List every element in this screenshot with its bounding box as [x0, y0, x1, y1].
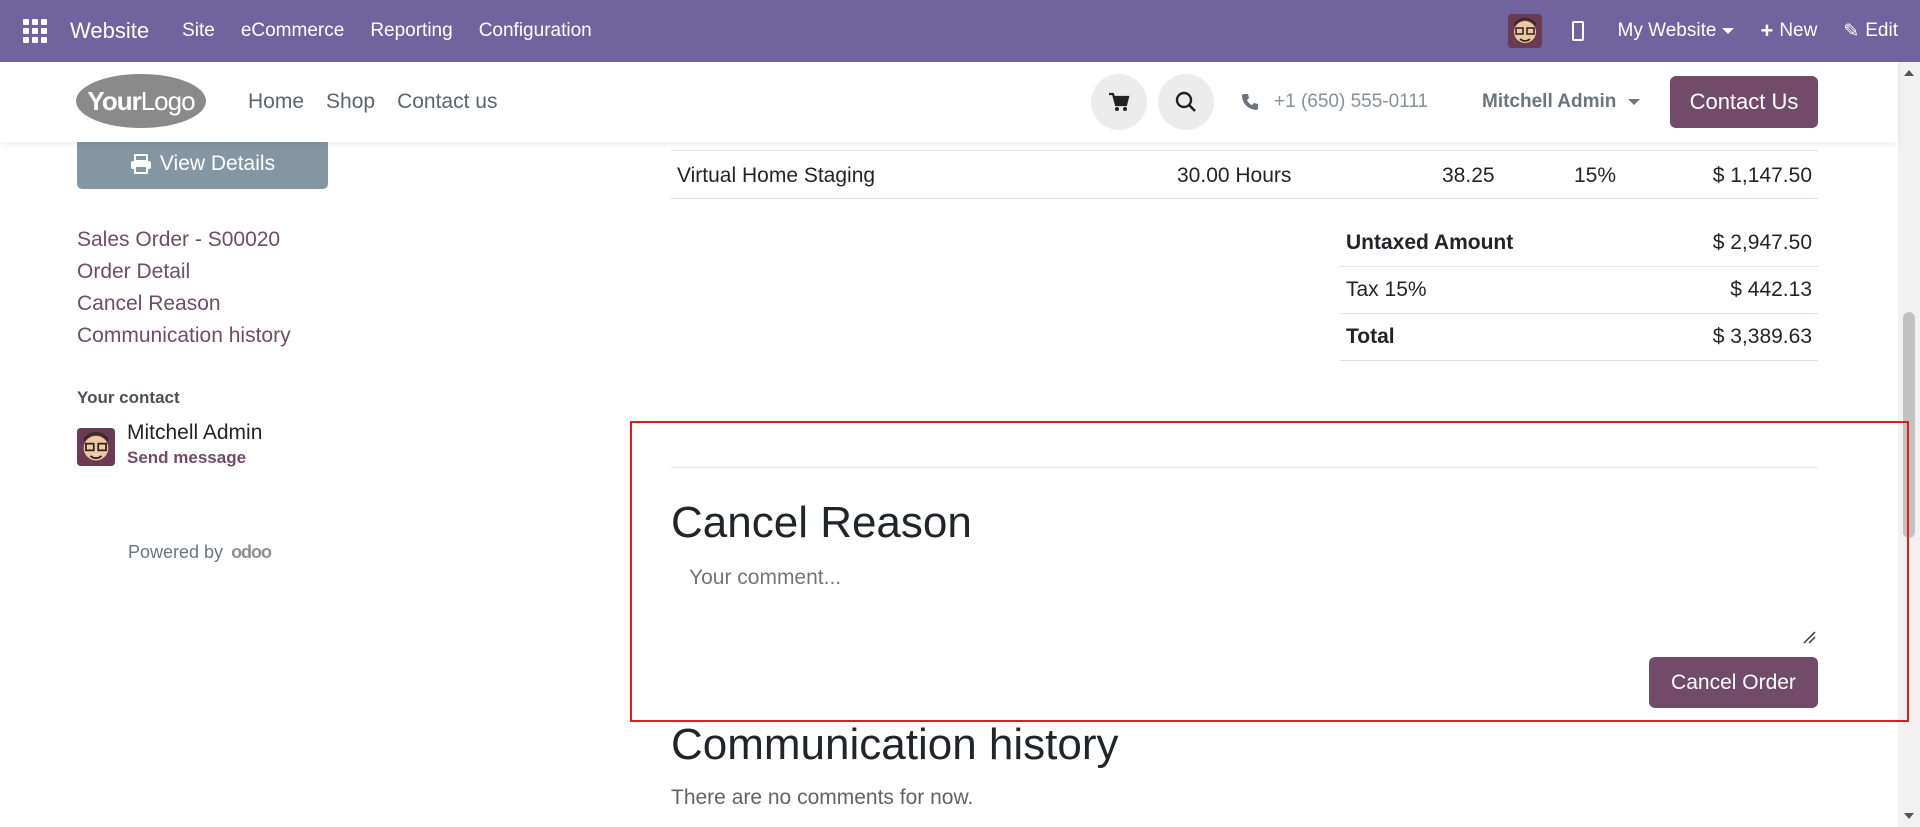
link-sales-order[interactable]: Sales Order - S00020 — [77, 224, 291, 256]
admin-topbar: Website Site eCommerce Reporting Configu… — [0, 0, 1920, 62]
user-dropdown[interactable]: Mitchell Admin — [1482, 62, 1641, 142]
sidebar-links: Sales Order - S00020 Order Detail Cancel… — [77, 224, 291, 352]
edit-label: Edit — [1865, 20, 1898, 41]
scroll-up-icon[interactable] — [1904, 70, 1914, 76]
line-unit-price: 38.25 — [1442, 164, 1495, 187]
tax-row: Tax 15% $ 442.13 — [1340, 267, 1818, 314]
link-cancel-reason[interactable]: Cancel Reason — [77, 288, 291, 320]
tax-value: $ 442.13 — [1730, 278, 1812, 301]
view-details-label: View Details — [159, 151, 276, 175]
logo-text-bold: Your — [87, 85, 141, 116]
contact-name: Mitchell Admin — [127, 421, 263, 444]
plus-icon: + — [1760, 18, 1774, 43]
table-divider — [671, 198, 1818, 199]
contact-avatar — [77, 428, 115, 466]
untaxed-value: $ 2,947.50 — [1712, 231, 1812, 254]
website-header: Your Logo Home Shop Contact us +1 (650) 5… — [0, 62, 1898, 142]
search-icon — [1175, 91, 1196, 112]
link-order-detail[interactable]: Order Detail — [77, 256, 291, 288]
total-value: $ 3,389.63 — [1712, 325, 1812, 348]
line-amount: $ 1,147.50 — [1712, 164, 1812, 187]
my-website-label: My Website — [1617, 20, 1717, 41]
powered-by-label: Powered by — [128, 542, 224, 562]
nav-contact-us[interactable]: Contact us — [397, 90, 497, 114]
scroll-down-icon[interactable] — [1904, 813, 1914, 819]
nav-home[interactable]: Home — [248, 90, 304, 114]
contact-us-button[interactable]: Contact Us — [1670, 76, 1818, 128]
view-details-button[interactable]: View Details — [77, 138, 328, 189]
table-divider — [671, 150, 1818, 151]
order-totals: Untaxed Amount $ 2,947.50 Tax 15% $ 442.… — [1340, 220, 1818, 361]
logo-text-thin: Logo — [140, 85, 196, 116]
phone-number: +1 (650) 555-0111 — [1274, 91, 1429, 112]
your-contact-label: Your contact — [77, 388, 180, 407]
menu-configuration[interactable]: Configuration — [466, 20, 605, 42]
phone-contact[interactable]: +1 (650) 555-0111 — [1240, 62, 1428, 142]
line-product: Virtual Home Staging — [677, 164, 876, 187]
new-label: New — [1779, 20, 1818, 41]
cart-icon — [1109, 92, 1130, 111]
total-label: Total — [1346, 325, 1395, 348]
total-row: Total $ 3,389.63 — [1340, 314, 1818, 361]
topbar-avatar[interactable] — [1507, 14, 1542, 48]
apps-menu-button[interactable] — [0, 0, 70, 62]
mobile-preview-button[interactable] — [1571, 21, 1592, 41]
contact-card: Mitchell Admin Send message — [77, 420, 262, 470]
untaxed-row: Untaxed Amount $ 2,947.50 — [1340, 220, 1818, 267]
cancel-comment-input[interactable] — [671, 566, 1818, 646]
cancel-reason-title: Cancel Reason — [671, 498, 972, 547]
app-brand[interactable]: Website — [70, 18, 149, 44]
section-divider — [671, 467, 1818, 468]
edit-button[interactable]: ✎ Edit — [1843, 20, 1898, 43]
odoo-logo[interactable]: odoo — [231, 542, 272, 563]
site-nav: Home Shop Contact us — [248, 62, 519, 142]
apps-grid-icon — [23, 19, 47, 43]
no-comments-text: There are no comments for now. — [671, 786, 974, 809]
cart-button[interactable] — [1091, 74, 1147, 130]
user-name: Mitchell Admin — [1482, 91, 1617, 112]
new-button[interactable]: + New — [1760, 18, 1817, 44]
send-message-link[interactable]: Send message — [127, 446, 262, 470]
line-quantity: 30.00 Hours — [1177, 164, 1292, 187]
link-communication-history[interactable]: Communication history — [77, 320, 291, 352]
cancel-order-button[interactable]: Cancel Order — [1649, 657, 1818, 708]
my-website-dropdown[interactable]: My Website — [1618, 20, 1735, 42]
chevron-down-icon — [1628, 99, 1641, 105]
untaxed-label: Untaxed Amount — [1346, 231, 1514, 254]
phone-icon — [1242, 94, 1258, 110]
printer-icon — [130, 153, 151, 174]
chevron-down-icon — [1722, 28, 1735, 34]
powered-by: Powered by odoo — [128, 542, 272, 563]
menu-reporting[interactable]: Reporting — [357, 20, 465, 42]
mobile-icon — [1571, 21, 1584, 41]
site-logo[interactable]: Your Logo — [76, 74, 206, 128]
menu-site[interactable]: Site — [169, 20, 228, 42]
nav-shop[interactable]: Shop — [326, 90, 375, 114]
pencil-icon: ✎ — [1843, 20, 1860, 42]
communication-history-title: Communication history — [671, 720, 1119, 769]
line-tax: 15% — [1574, 164, 1617, 187]
menu-ecommerce[interactable]: eCommerce — [228, 20, 357, 42]
tax-label: Tax 15% — [1346, 278, 1427, 301]
search-button[interactable] — [1158, 74, 1214, 130]
resize-grip-icon[interactable] — [1802, 630, 1816, 644]
order-line-row: Virtual Home Staging 30.00 Hours 38.25 1… — [671, 153, 1818, 199]
